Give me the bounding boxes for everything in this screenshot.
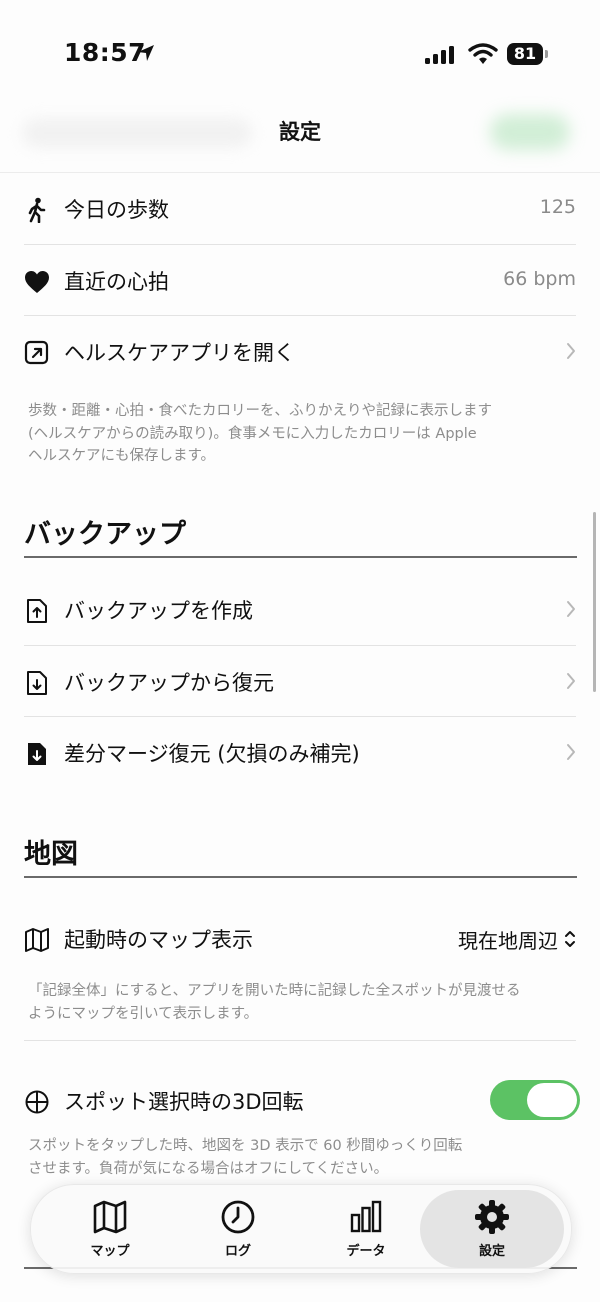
- spot-3d-rotation-note: スポットをタップした時、地図を 3D 表示で 60 秒間ゆっくり回転 させます。…: [28, 1135, 576, 1180]
- tab-bar: マップ ログ データ 設定: [30, 1184, 572, 1274]
- chevron-right-icon: [567, 744, 575, 760]
- create-backup-label: バックアップを作成: [64, 599, 253, 623]
- folded-map-icon: [25, 928, 49, 952]
- spot-3d-rotation-label: スポット選択時の3D回転: [64, 1090, 304, 1114]
- document-upload-icon: [27, 599, 47, 623]
- merge-restore-row[interactable]: 差分マージ復元 (欠損のみ補完): [24, 718, 576, 788]
- navigation-bar: 設定: [0, 100, 600, 173]
- launch-map-view-label: 起動時のマップ表示: [64, 928, 253, 952]
- spot-3d-rotation-note-line: させます。負荷が気になる場合はオフにしてください。: [28, 1160, 389, 1177]
- tab-map[interactable]: マップ: [46, 1185, 174, 1273]
- health-note-line: (ヘルスケアからの読み取り)。食事メモに入力したカロリーは Apple: [28, 425, 477, 442]
- heart-rate-value: 66 bpm: [503, 268, 576, 290]
- health-note-line: 歩数・距離・心拍・食べたカロリーを、ふりかえりや記録に表示します: [28, 403, 492, 419]
- tab-label: マップ: [90, 1244, 130, 1259]
- page-title: 設定: [279, 120, 321, 144]
- heart-rate-row: 直近の心拍 66 bpm: [24, 246, 576, 316]
- divider: [24, 244, 576, 245]
- health-note-line: ヘルスケアにも保存します。: [28, 448, 216, 464]
- restore-backup-label: バックアップから復元: [64, 671, 274, 695]
- open-health-app-label: ヘルスケアアプリを開く: [64, 341, 295, 365]
- chart-icon: [350, 1200, 382, 1233]
- chevron-up-down-icon: [565, 931, 575, 947]
- tab-data[interactable]: データ: [302, 1185, 430, 1273]
- divider: [24, 315, 576, 316]
- divider: [24, 1040, 576, 1041]
- location-arrow-icon: [138, 45, 154, 61]
- open-health-app-row[interactable]: ヘルスケアアプリを開く: [24, 317, 576, 387]
- steps-label: 今日の歩数: [64, 198, 169, 222]
- chevron-right-icon: [567, 673, 575, 689]
- heart-icon: [25, 271, 49, 293]
- section-rule: [24, 876, 577, 878]
- launch-map-note-line: 「記録全体」にすると、アプリを開いた時に記録した全スポットが見渡せる: [28, 983, 521, 999]
- cellular-signal-icon: [425, 46, 454, 64]
- walking-figure-icon: [28, 197, 46, 223]
- document-merge-icon: [28, 743, 46, 765]
- clock-icon: [221, 1200, 255, 1234]
- tab-label: データ: [346, 1244, 386, 1259]
- external-link-icon: [24, 340, 49, 365]
- create-backup-row[interactable]: バックアップを作成: [24, 575, 576, 645]
- divider: [24, 645, 576, 646]
- launch-map-note: 「記録全体」にすると、アプリを開いた時に記録した全スポットが見渡せる ようにマッ…: [28, 980, 576, 1025]
- tab-label: 設定: [478, 1244, 505, 1259]
- steps-row: 今日の歩数 125: [24, 174, 576, 244]
- scroll-indicator[interactable]: [593, 512, 596, 692]
- spot-3d-rotation-note-line: スポットをタップした時、地図を 3D 表示で 60 秒間ゆっくり回転: [28, 1138, 463, 1154]
- backup-section-title: バックアップ: [24, 519, 186, 550]
- launch-map-note-line: ようにマップを引いて表示します。: [28, 1005, 259, 1022]
- chevron-right-icon: [567, 343, 575, 359]
- gear-icon: [475, 1200, 509, 1234]
- map-icon: [93, 1200, 127, 1234]
- health-note: 歩数・距離・心拍・食べたカロリーを、ふりかえりや記録に表示します (ヘルスケアか…: [28, 400, 576, 468]
- divider: [24, 716, 576, 717]
- status-time: 18:57: [64, 38, 147, 67]
- status-bar: 18:57 81: [0, 0, 600, 100]
- document-download-icon: [27, 671, 47, 695]
- heart-rate-label: 直近の心拍: [64, 270, 169, 294]
- battery-icon: 81: [507, 43, 549, 65]
- wifi-icon: [468, 43, 498, 64]
- tab-settings[interactable]: 設定: [420, 1190, 564, 1268]
- steps-value: 125: [539, 196, 576, 218]
- launch-map-view-row[interactable]: 起動時のマップ表示 現在地周辺: [24, 904, 576, 974]
- spot-3d-rotation-toggle[interactable]: [490, 1080, 580, 1120]
- globe-icon: [25, 1090, 49, 1114]
- launch-map-view-value[interactable]: 現在地周辺: [458, 925, 558, 954]
- restore-backup-row[interactable]: バックアップから復元: [24, 647, 576, 717]
- section-rule: [24, 556, 577, 558]
- chevron-right-icon: [567, 601, 575, 617]
- merge-restore-label: 差分マージ復元 (欠損のみ補完): [64, 742, 360, 766]
- toggle-knob: [527, 1083, 577, 1117]
- map-section-title: 地図: [24, 839, 78, 870]
- battery-level: 81: [507, 43, 543, 65]
- tab-log[interactable]: ログ: [174, 1185, 302, 1273]
- tab-label: ログ: [224, 1244, 251, 1259]
